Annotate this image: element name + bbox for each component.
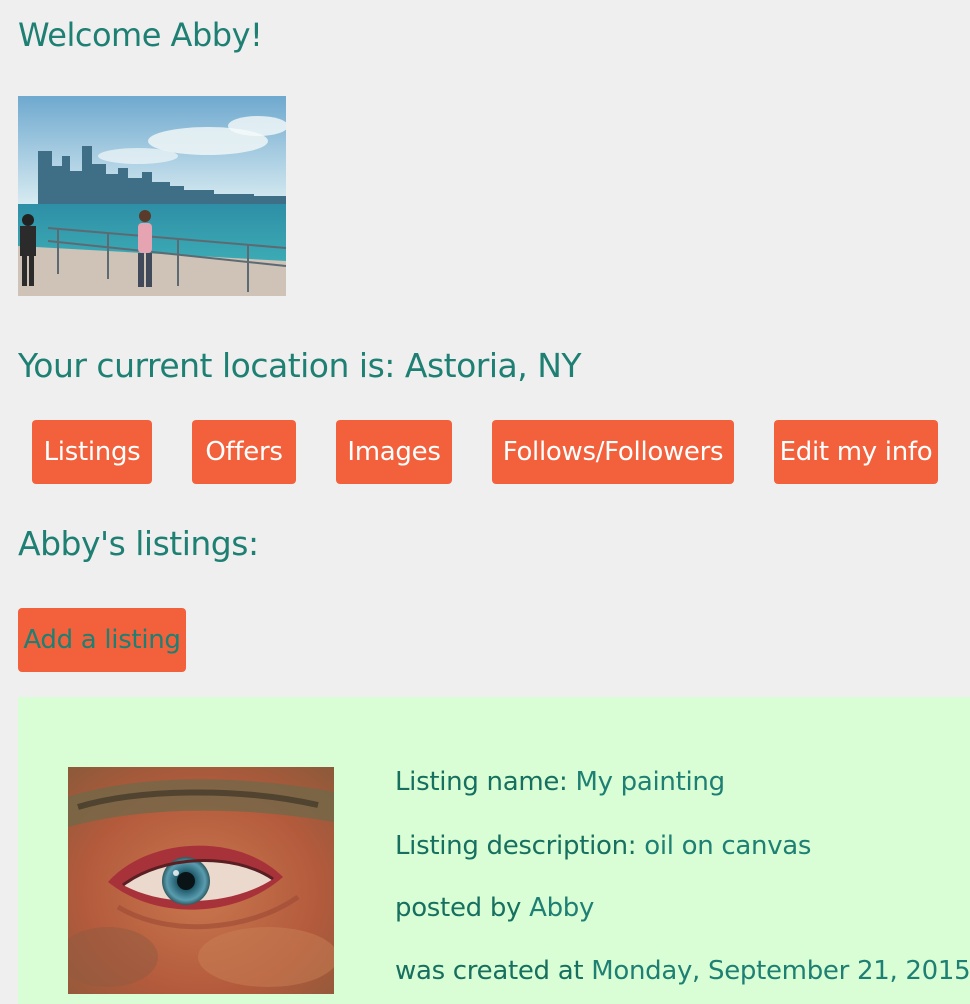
listing-description-label: Listing description: (395, 831, 637, 861)
listings-heading: Abby's listings: (18, 524, 259, 563)
edit-info-button[interactable]: Edit my info (774, 420, 938, 484)
listings-button[interactable]: Listings (32, 420, 152, 484)
listing-name-line: Listing name: My painting (395, 767, 725, 797)
listing-description-line: Listing description: oil on canvas (395, 831, 811, 861)
follows-followers-button[interactable]: Follows/Followers (492, 420, 734, 484)
current-location: Your current location is: Astoria, NY (18, 346, 582, 385)
listing-description-value: oil on canvas (644, 831, 812, 861)
listing-name-value: My painting (575, 767, 725, 797)
profile-page: Welcome Abby! Your current location is: … (0, 0, 970, 1004)
profile-photo (18, 96, 286, 296)
listing-image[interactable] (68, 767, 334, 994)
listing-posted-by-label: posted by (395, 893, 522, 923)
images-button[interactable]: Images (336, 420, 452, 484)
listing-created-value: Monday, September 21, 2015 (591, 956, 970, 986)
profile-nav: Listings Offers Images Follows/Followers… (0, 420, 970, 484)
listing-card[interactable]: Listing name: My painting Listing descri… (18, 697, 970, 1004)
listing-name-label: Listing name: (395, 767, 568, 797)
welcome-heading: Welcome Abby! (18, 16, 263, 54)
listing-created-line: was created at Monday, September 21, 201… (395, 956, 970, 986)
listing-posted-by-value: Abby (529, 893, 595, 923)
listing-created-label: was created at (395, 956, 584, 986)
offers-button[interactable]: Offers (192, 420, 296, 484)
listing-posted-by-line: posted by Abby (395, 893, 594, 923)
add-listing-button[interactable]: Add a listing (18, 608, 186, 672)
